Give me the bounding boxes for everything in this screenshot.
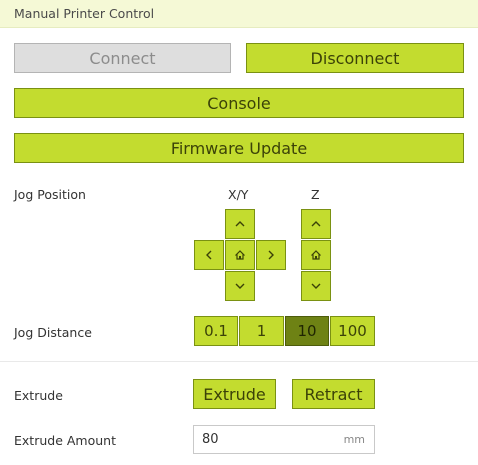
extrude-button[interactable]: Extrude [193, 379, 276, 409]
jog-distance-0-1-button[interactable]: 0.1 [194, 316, 238, 346]
jog-distance-label: Jog Distance [14, 325, 92, 340]
jog-position-label: Jog Position [14, 187, 86, 202]
extrude-amount-field[interactable]: mm [193, 425, 375, 454]
retract-button[interactable]: Retract [292, 379, 375, 409]
chevron-down-icon [311, 283, 321, 289]
panel-title: Manual Printer Control [14, 6, 155, 21]
home-icon [235, 250, 245, 260]
jog-distance-1-button[interactable]: 1 [239, 316, 284, 346]
jog-distance-100-button[interactable]: 100 [330, 316, 375, 346]
jog-z-plus-button[interactable] [301, 209, 331, 239]
jog-z-minus-button[interactable] [301, 271, 331, 301]
jog-y-plus-button[interactable] [225, 209, 255, 239]
xy-axis-label: X/Y [228, 187, 249, 202]
console-button[interactable]: Console [14, 88, 464, 118]
chevron-down-icon [235, 283, 245, 289]
section-divider [0, 361, 478, 362]
firmware-update-button[interactable]: Firmware Update [14, 133, 464, 163]
jog-y-minus-button[interactable] [225, 271, 255, 301]
extrude-amount-input[interactable] [194, 426, 334, 453]
disconnect-button[interactable]: Disconnect [246, 43, 464, 73]
jog-x-plus-button[interactable] [256, 240, 286, 270]
home-z-button[interactable] [301, 240, 331, 270]
home-xy-button[interactable] [225, 240, 255, 270]
chevron-up-icon [311, 221, 321, 227]
chevron-up-icon [235, 221, 245, 227]
connect-button[interactable]: Connect [14, 43, 231, 73]
extrude-amount-label: Extrude Amount [14, 433, 116, 448]
jog-x-minus-button[interactable] [194, 240, 224, 270]
z-axis-label: Z [311, 187, 320, 202]
panel-header: Manual Printer Control [0, 0, 478, 28]
extrude-label: Extrude [14, 388, 63, 403]
home-icon [311, 250, 321, 260]
jog-distance-10-button[interactable]: 10 [285, 316, 329, 346]
chevron-right-icon [268, 250, 274, 260]
chevron-left-icon [206, 250, 212, 260]
extrude-amount-unit: mm [343, 433, 365, 446]
